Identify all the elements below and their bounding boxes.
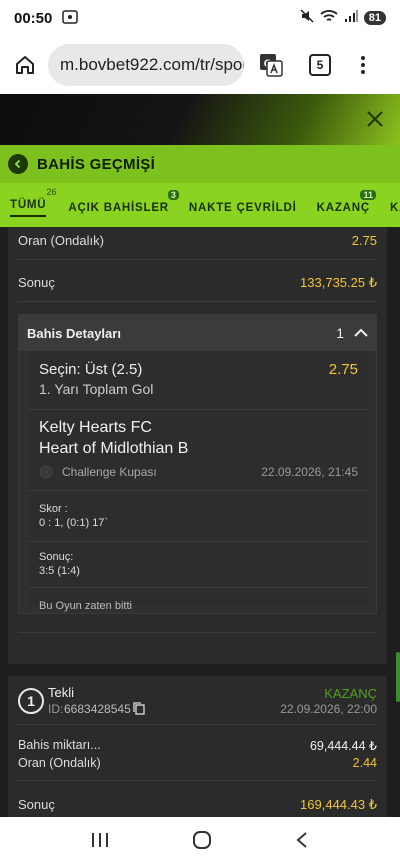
bet-card: 1 Tekli KAZANÇ ID: 6683428545 22.09.2026… (8, 676, 387, 817)
tab-count: 26 (46, 187, 57, 197)
home-nav-icon[interactable] (192, 830, 212, 855)
page-banner (0, 94, 400, 145)
bet-details-toggle[interactable]: Bahis Detayları 1 (19, 315, 376, 351)
score-label: Skor : (39, 503, 68, 515)
screenshot-icon (62, 9, 79, 27)
market-name: 1. Yarı Toplam Gol (39, 381, 154, 397)
bet-datetime: 22.09.2026, 22:00 (280, 702, 377, 716)
home-team: Kelty Hearts FC (39, 419, 152, 436)
recent-apps-icon[interactable] (91, 832, 109, 853)
selection-label: Seçin: Üst (2.5) (39, 361, 143, 378)
selection-card: Seçin: Üst (2.5) 2.75 1. Yarı Toplam Gol… (29, 351, 368, 612)
outcome-value: 3:5 (1:4) (39, 565, 80, 577)
finished-note: Bu Oyun zaten bitti (39, 600, 132, 612)
mute-icon (300, 9, 314, 27)
tab-open-bets[interactable]: AÇIK BAHİSLER 3 (68, 190, 179, 214)
tab-count-badge: 3 (167, 190, 179, 200)
score-value: 0 : 1, (0:1) 17` (39, 517, 109, 529)
copy-icon[interactable] (133, 702, 145, 720)
tab-lost[interactable]: KAYIP 10 (390, 196, 400, 214)
back-icon[interactable] (8, 154, 28, 174)
close-icon[interactable] (362, 106, 388, 132)
signal-icon (344, 9, 358, 27)
home-icon[interactable] (8, 48, 42, 82)
outcome-label: Sonuç: (39, 551, 74, 563)
browser-toolbar: m.bovbet922.com/tr/spor G 5 (0, 36, 400, 94)
away-team: Heart of Midlothian B (39, 440, 189, 457)
event-datetime: 22.09.2026, 21:45 (261, 465, 358, 479)
bet-number-icon: 1 (18, 688, 44, 714)
tab-switcher-button[interactable]: 5 (309, 54, 331, 76)
more-menu-icon[interactable] (353, 56, 373, 74)
bet-id-label: ID: (48, 702, 64, 716)
tab-count-badge: 11 (360, 190, 376, 200)
soccer-ball-icon (39, 465, 53, 484)
status-badge: KAZANÇ (324, 686, 377, 701)
status-bar: 00:50 81 (0, 0, 400, 36)
stake-row: Bahis miktarı... 69,444.44 ₺ (18, 738, 377, 753)
translate-icon[interactable]: G (258, 52, 284, 78)
bet-history-header: BAHİS GEÇMİŞİ (0, 145, 400, 183)
chevron-up-icon (354, 325, 368, 341)
bet-card: Oran (Ondalık) 2.75 Sonuç 133,735.25 ₺ B… (8, 227, 387, 664)
selection-odds: 2.75 (328, 361, 358, 378)
tab-cashed-out[interactable]: NAKTE ÇEVRİLDİ (189, 196, 297, 214)
tab-won[interactable]: KAZANÇ 11 (317, 190, 376, 214)
battery-icon: 81 (363, 11, 386, 25)
tab-all[interactable]: TÜMÜ 26 (10, 187, 56, 217)
address-bar[interactable]: m.bovbet922.com/tr/spor (48, 44, 244, 86)
odds-row: Oran (Ondalık) 2.44 (18, 756, 377, 770)
wifi-icon (320, 9, 338, 27)
odds-row: Oran (Ondalık) 2.75 (18, 233, 377, 248)
competition-name: Challenge Kupası (62, 465, 157, 479)
result-row: Sonuç 169,444.43 ₺ (18, 797, 377, 812)
scrollbar[interactable] (396, 652, 400, 702)
bet-id: 6683428545 (64, 702, 131, 716)
bet-details-panel: Bahis Detayları 1 Seçin: Üst (2.5) 2.75 … (18, 314, 377, 614)
bet-list: Oran (Ondalık) 2.75 Sonuç 133,735.25 ₺ B… (0, 227, 400, 817)
result-row: Sonuç 133,735.25 ₺ (18, 275, 377, 290)
bet-type: Tekli (48, 685, 75, 700)
page-title: BAHİS GEÇMİŞİ (37, 155, 156, 173)
clock: 00:50 (14, 9, 53, 27)
back-nav-icon[interactable] (295, 831, 309, 854)
filter-tabs: TÜMÜ 26 AÇIK BAHİSLER 3 NAKTE ÇEVRİLDİ K… (0, 183, 400, 227)
system-nav-bar (0, 817, 400, 867)
